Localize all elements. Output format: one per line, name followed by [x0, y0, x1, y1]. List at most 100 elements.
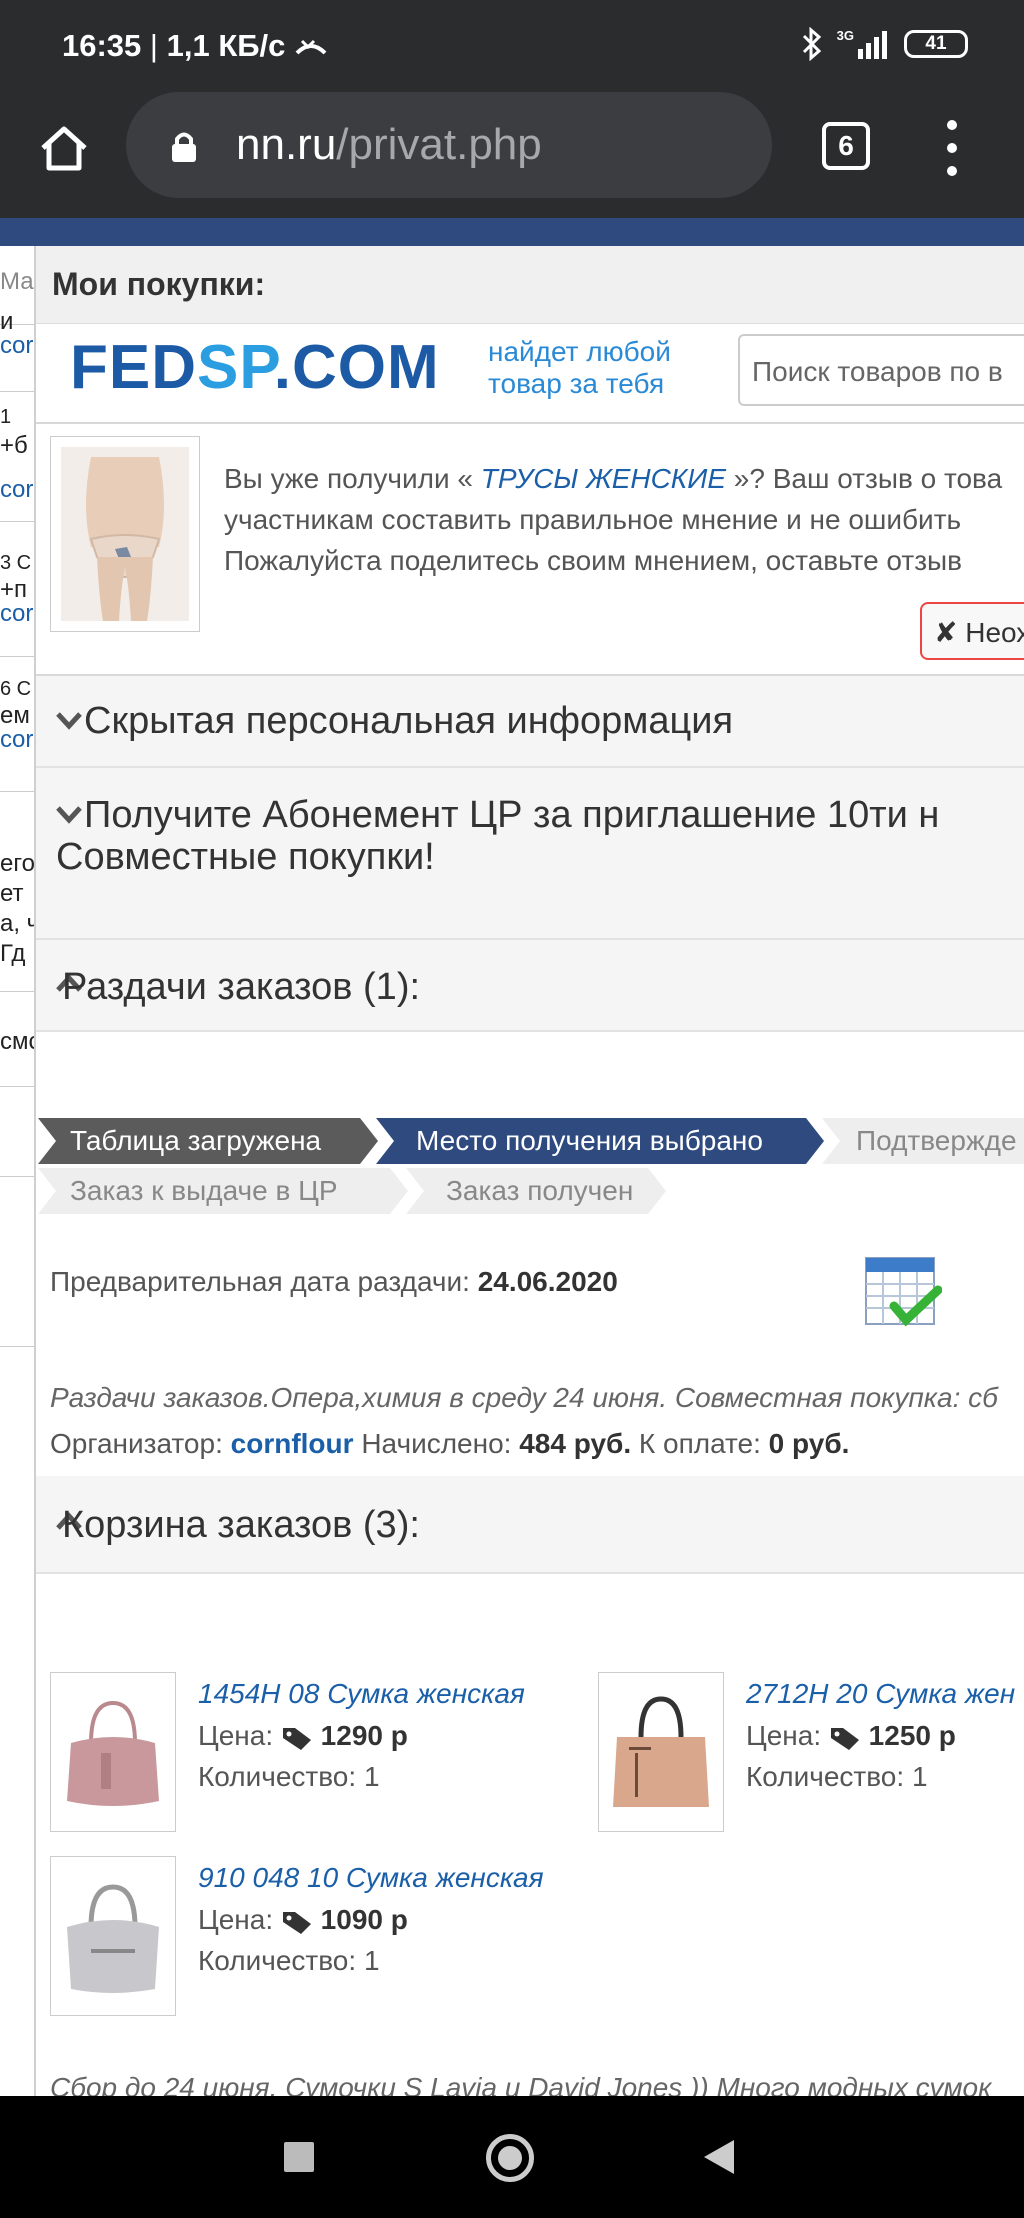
background-text: Ма — [0, 268, 34, 295]
purchases-dialog: Мои покупки: FEDSP.COM найдет любой това… — [34, 246, 1024, 2096]
divider — [0, 521, 34, 522]
home-button[interactable] — [30, 114, 98, 182]
step-order-received: Заказ получен — [406, 1168, 666, 1214]
divider — [0, 991, 34, 992]
home-icon — [41, 126, 87, 171]
background-site-header — [0, 218, 1024, 246]
price-label: Цена: — [198, 1904, 274, 1935]
back-button[interactable] — [704, 2140, 734, 2174]
step-label: Таблица загружена — [70, 1125, 322, 1156]
dialog-header: Мои покупки: — [36, 246, 1024, 324]
logo-text: SP — [197, 333, 274, 402]
distribution-date: Предварительная дата раздачи: 24.06.2020 — [50, 1266, 618, 1298]
product-thumbnail[interactable] — [50, 1856, 176, 2016]
ad-tagline-line: найдет любой — [488, 336, 671, 367]
section-hidden-info[interactable]: Скрытая персональная информация — [36, 676, 1024, 768]
system-navigation-bar — [0, 2096, 1024, 2218]
order-progress-steps-row1: Таблица загружена Место получения выбран… — [36, 1118, 1024, 1164]
url-path: /privat.php — [336, 120, 542, 169]
calendar-check-icon[interactable] — [862, 1254, 942, 1330]
review-prompt: Вы уже получили « ТРУСЫ ЖЕНСКИЕ »? Ваш о… — [224, 458, 1024, 581]
dismiss-review-button[interactable]: ✘ Неох — [920, 602, 1024, 660]
chevron-down-icon — [56, 712, 82, 730]
product-link[interactable]: 1454H 08 Сумка женская — [198, 1678, 525, 1710]
background-link[interactable]: cor — [0, 476, 33, 504]
organizer-link[interactable]: cornflour — [231, 1428, 354, 1459]
section-title: Получите Абонемент ЦР за приглашение 10т… — [84, 794, 940, 836]
quantity-value: 1 — [363, 1761, 380, 1792]
product-thumbnail[interactable] — [598, 1672, 724, 1832]
background-text: Гд — [0, 940, 26, 967]
divider — [0, 791, 34, 792]
browser-menu-button[interactable] — [934, 120, 970, 176]
background-link[interactable]: cor — [0, 332, 33, 360]
battery-level: 41 — [925, 33, 947, 54]
product-price: Цена: 1290 р — [198, 1720, 408, 1752]
section-subscription-promo[interactable]: Получите Абонемент ЦР за приглашение 10т… — [36, 768, 1024, 940]
background-link[interactable]: cor — [0, 726, 33, 754]
price-value: 1250 р — [868, 1720, 956, 1751]
price-value: 1290 р — [320, 1720, 408, 1751]
ad-search-input[interactable]: Поиск товаров по в — [738, 334, 1024, 406]
status-bar: 16:35 | 1,1 КБ/с 3G 41 — [0, 0, 1024, 90]
review-line: участникам составить правильное мнение и… — [224, 504, 962, 535]
divider — [0, 1086, 34, 1087]
section-title: Раздачи заказов (1): — [62, 966, 421, 1008]
ad-tagline-line: товар за тебя — [488, 368, 665, 399]
distribution-totals: Организатор: cornflour Начислено: 484 ру… — [50, 1428, 849, 1460]
status-net-rate: 1,1 КБ/с — [166, 28, 286, 63]
product-link[interactable]: 910 048 10 Сумка женская — [198, 1862, 544, 1894]
divider — [0, 391, 34, 392]
fedsp-logo[interactable]: FEDSP.COM — [70, 332, 440, 403]
handbag-image — [67, 1884, 159, 1993]
divider — [0, 656, 34, 657]
section-title: Скрытая персональная информация — [84, 700, 734, 742]
url-text: nn.ru/privat.php — [236, 120, 542, 170]
background-text: смс — [0, 1028, 34, 1055]
price-value: 1090 р — [320, 1904, 408, 1935]
chevron-down-icon — [56, 806, 82, 824]
divider — [0, 1346, 34, 1347]
section-distribution[interactable]: Раздачи заказов (1): — [36, 940, 1024, 1032]
product-thumbnail[interactable] — [50, 436, 200, 632]
quantity-value: 1 — [363, 1945, 380, 1976]
background-page: Ма и cor 1 +б cor 3 С +п cor 6 С ем cor … — [0, 246, 34, 2096]
background-text: 6 С — [0, 678, 32, 700]
cart-item: 1454H 08 Сумка женская Цена: 1290 р Коли… — [50, 1672, 590, 1832]
organizer-label: Организатор: — [50, 1428, 223, 1459]
logo-text: .COM — [273, 333, 440, 402]
missed-call-icon — [295, 39, 327, 55]
product-quantity: Количество: 1 — [746, 1761, 928, 1793]
home-nav-button[interactable] — [486, 2134, 534, 2182]
step-place-selected: Место получения выбрано — [376, 1118, 824, 1164]
price-label: Цена: — [746, 1720, 822, 1751]
step-label: Заказ получен — [446, 1175, 634, 1206]
status-time: 16:35 | 1,1 КБ/с — [62, 28, 328, 64]
review-product-link[interactable]: ТРУСЫ ЖЕНСКИЕ — [481, 463, 726, 494]
network-type: 3G — [836, 27, 854, 43]
section-cart[interactable]: Корзина заказов (3): — [36, 1476, 1024, 1574]
date-value: 24.06.2020 — [477, 1266, 618, 1297]
price-tag-icon — [830, 1727, 859, 1750]
lock-icon — [172, 132, 196, 162]
address-bar[interactable]: nn.ru/privat.php — [126, 92, 772, 198]
status-separator: | — [149, 28, 158, 63]
battery-icon: 41 — [904, 30, 968, 58]
quantity-label: Количество: — [198, 1761, 357, 1792]
background-link[interactable]: cor — [0, 600, 33, 628]
price-tag-icon — [282, 1727, 311, 1750]
tab-switcher-button[interactable]: 6 — [822, 122, 870, 170]
dialog-title: Мои покупки: — [52, 266, 266, 302]
handbag-image — [613, 1696, 709, 1807]
product-thumbnail[interactable] — [50, 1672, 176, 1832]
menu-dot-icon — [947, 166, 957, 176]
background-text: его — [0, 850, 34, 877]
review-line: Вы уже получили « ТРУСЫ ЖЕНСКИЕ »? Ваш о… — [224, 458, 1024, 499]
quantity-label: Количество: — [198, 1945, 357, 1976]
status-clock: 16:35 — [62, 28, 142, 63]
product-price: Цена: 1090 р — [198, 1904, 408, 1936]
recents-button[interactable] — [284, 2142, 314, 2172]
divider — [36, 422, 1024, 424]
product-link[interactable]: 2712H 20 Сумка жен — [746, 1678, 1015, 1710]
review-text: Вы уже получили « — [224, 463, 473, 494]
